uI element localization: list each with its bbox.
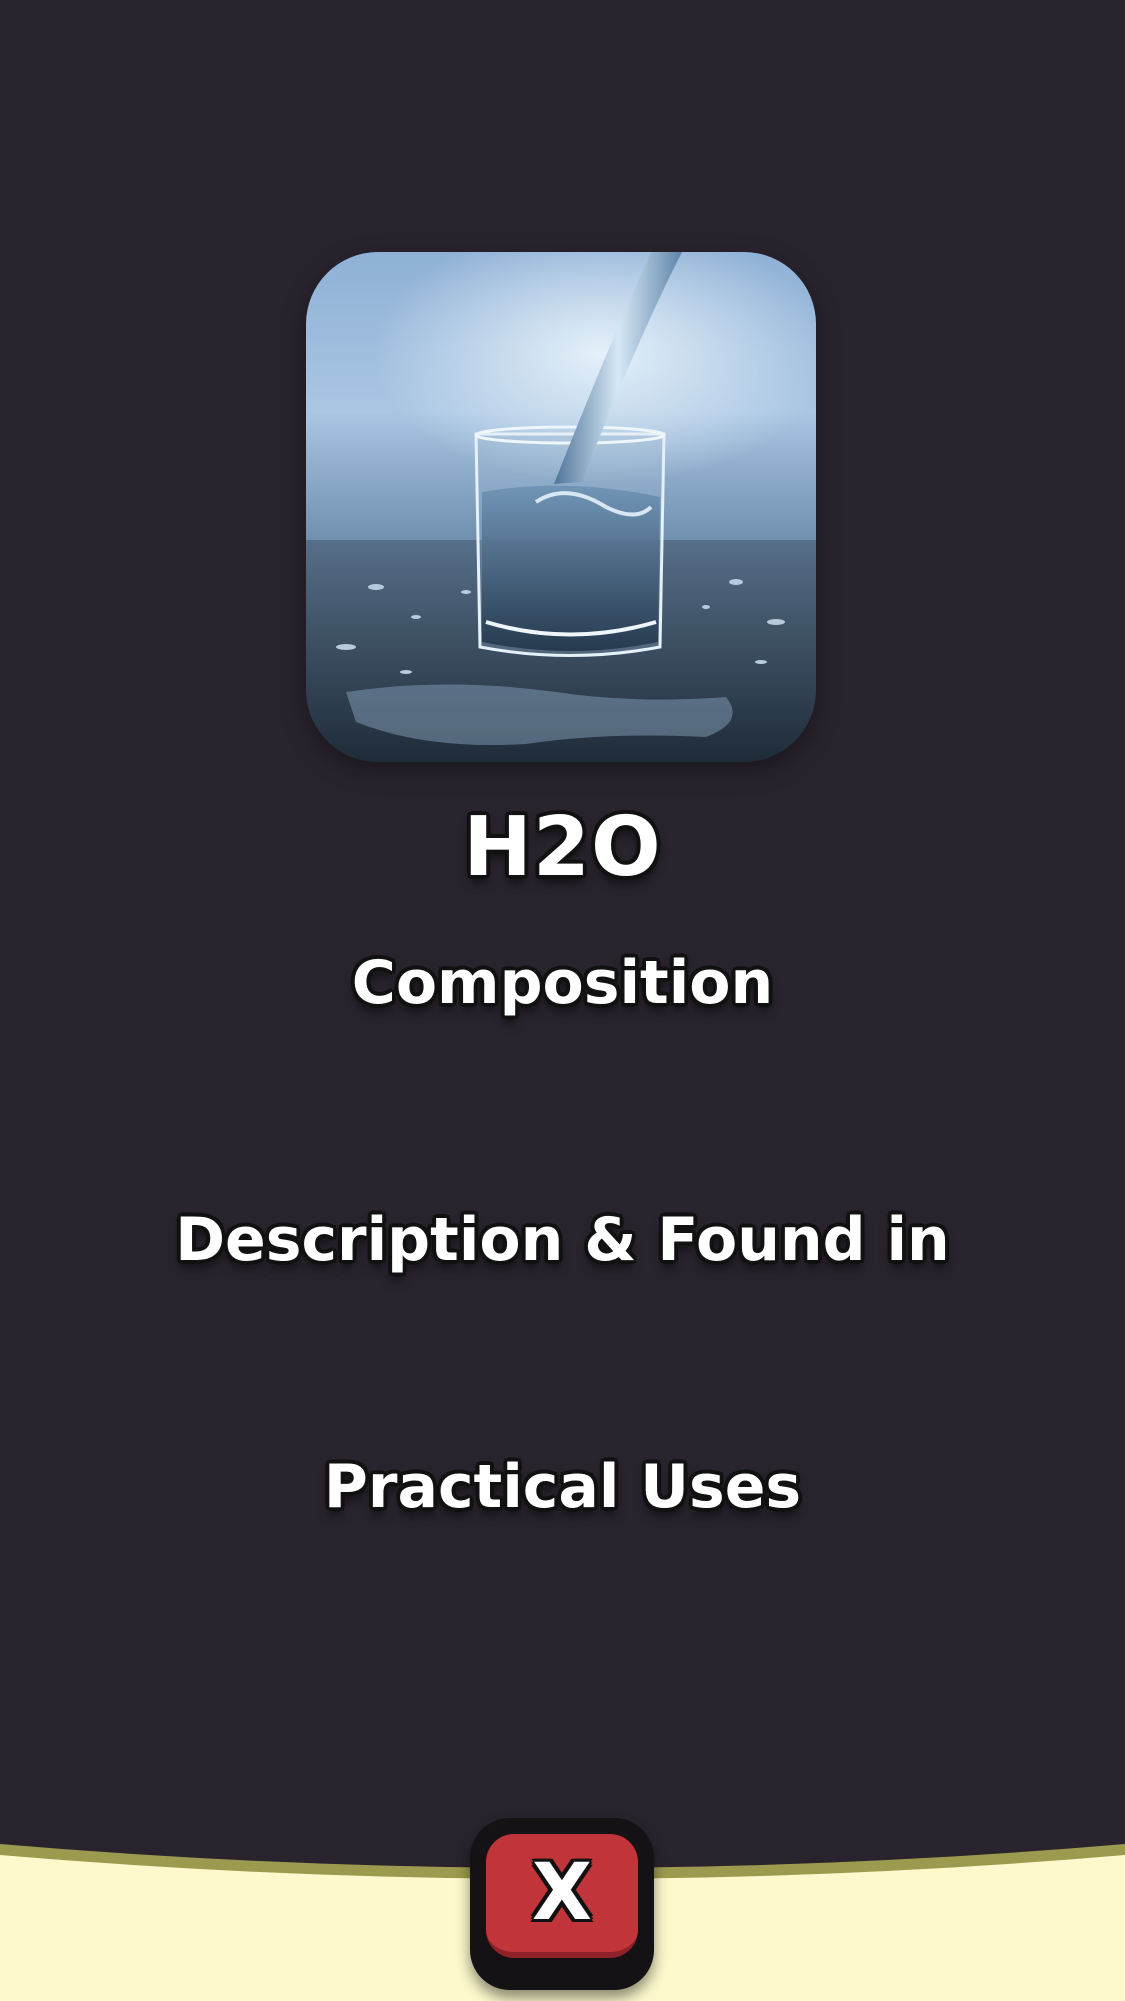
- close-button[interactable]: X: [470, 1818, 654, 1990]
- item-title: H2O: [463, 800, 662, 895]
- composition-heading: Composition: [351, 948, 774, 1018]
- close-button-face[interactable]: X: [486, 1834, 638, 1958]
- close-icon: X: [531, 1848, 593, 1938]
- water-glass-image: [306, 252, 816, 762]
- description-heading: Description & Found in: [175, 1205, 950, 1275]
- practical-uses-heading: Practical Uses: [323, 1452, 802, 1522]
